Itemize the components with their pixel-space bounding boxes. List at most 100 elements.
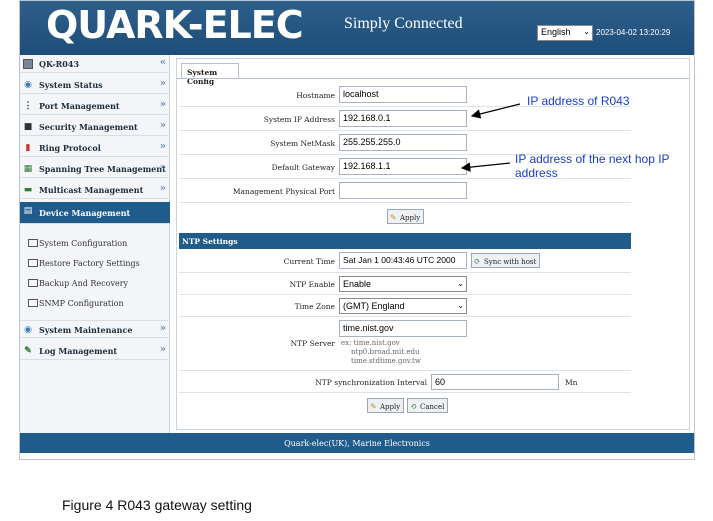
device-management-icon: ▤ <box>23 206 33 216</box>
netmask-input[interactable]: 255.255.255.0 <box>339 134 467 151</box>
sidebar-item-label: System Maintenance <box>39 325 133 335</box>
timezone-label: Time Zone <box>294 302 335 311</box>
cancel-icon: ⟲ <box>410 402 417 411</box>
sidebar-subitem-system-configuration[interactable]: System Configuration <box>28 239 127 248</box>
sidebar-subitem-restore-factory[interactable]: Restore Factory Settings <box>28 259 140 268</box>
chevron-down-icon[interactable]: » <box>160 344 166 355</box>
port-icon: ⋮ <box>23 101 33 111</box>
sidebar-item-device-management[interactable]: ▤ Device Management <box>20 202 170 224</box>
gateway-annotation-line: IP address of the next hop IP <box>515 152 670 166</box>
chevron-collapse-icon[interactable]: « <box>160 57 166 68</box>
chevron-down-icon[interactable]: » <box>160 162 166 173</box>
gateway-annotation: IP address of the next hop IP address <box>515 152 670 180</box>
sidebar-item-label: Port Management <box>39 101 120 111</box>
ntp-server-row: NTP Server time.nist.gov ex: time.nist.g… <box>179 317 631 371</box>
ntp-server-hint: ex: time.nist.gov ntp0.broad.mit.edu tim… <box>341 339 421 366</box>
apply-button[interactable]: ✎ Apply <box>387 209 425 224</box>
hostname-label: Hostname <box>296 91 335 100</box>
interval-input[interactable]: 60 <box>431 374 559 390</box>
chevron-down-icon[interactable]: » <box>160 323 166 334</box>
header-bar: QUARK-ELEC Simply Connected English ⌄ 20… <box>20 1 694 55</box>
app-frame: QUARK-ELEC Simply Connected English ⌄ 20… <box>19 0 695 460</box>
sidebar-subitem-backup-recovery[interactable]: Backup And Recovery <box>28 279 128 288</box>
sync-icon: ⟳ <box>474 257 481 266</box>
sidebar-item-multicast[interactable]: ▬ Multicast Management » <box>20 181 170 199</box>
gateway-annotation-line: address <box>515 166 558 180</box>
mgmt-port-input[interactable] <box>339 182 467 199</box>
pencil-icon: ✎ <box>370 402 377 411</box>
hint-line: time.stdtime.gov.tw <box>351 357 421 365</box>
ntp-apply-button[interactable]: ✎ Apply <box>367 398 405 413</box>
globe-icon: ◉ <box>24 80 32 90</box>
sidebar-item-spanning-tree[interactable]: ▦ Spanning Tree Management » <box>20 160 170 178</box>
gateway-label: Default Gateway <box>271 163 335 172</box>
cancel-label: Cancel <box>420 403 445 411</box>
maintenance-icon: ◉ <box>24 325 32 335</box>
main-content: System Config Hostname localhost System … <box>176 58 690 430</box>
ntp-section-title: NTP Settings <box>179 233 631 249</box>
chevron-down-icon[interactable]: » <box>160 141 166 152</box>
language-select[interactable]: English ⌄ <box>537 25 593 41</box>
gateway-input[interactable]: 192.168.1.1 <box>339 158 467 175</box>
interval-row: NTP synchronization Interval 60 Mn <box>179 371 631 393</box>
hostname-input[interactable]: localhost <box>339 86 467 103</box>
current-time-label: Current Time <box>283 257 335 266</box>
chevron-down-icon[interactable]: » <box>160 183 166 194</box>
sidebar-item-label: Log Management <box>39 346 118 356</box>
subitem-label: Restore Factory Settings <box>39 259 140 268</box>
sidebar-item-label: QK-R043 <box>39 59 80 69</box>
ntp-server-input[interactable]: time.nist.gov <box>339 320 467 337</box>
chevron-down-icon[interactable]: » <box>160 99 166 110</box>
sidebar-item-device[interactable]: QK-R043 « <box>20 55 170 73</box>
backup-icon <box>28 279 38 287</box>
config-icon <box>28 239 38 247</box>
tab-system-config[interactable]: System Config <box>181 63 239 86</box>
snmp-icon <box>28 299 38 307</box>
apply-label: Apply <box>400 214 421 222</box>
timezone-select[interactable]: (GMT) England ⌄ <box>339 298 467 314</box>
hint-line: ntp0.broad.mit.edu <box>351 348 420 356</box>
mgmt-port-label: Management Physical Port <box>232 187 335 196</box>
lock-icon: ■ <box>23 122 33 132</box>
sidebar-item-ring-protocol[interactable]: ▮ Ring Protocol » <box>20 139 170 157</box>
multicast-icon: ▬ <box>23 185 33 195</box>
ntp-enable-label: NTP Enable <box>289 280 335 289</box>
ntp-cancel-button[interactable]: ⟲ Cancel <box>407 398 449 413</box>
timezone-value: (GMT) England <box>343 301 405 311</box>
sidebar-item-port-management[interactable]: ⋮ Port Management » <box>20 97 170 115</box>
sidebar-item-log-management[interactable]: ✎ Log Management » <box>20 342 170 360</box>
header-datetime: 2023-04-02 13:20:29 <box>596 28 671 37</box>
chevron-down-icon[interactable]: » <box>160 120 166 131</box>
brand-tagline: Simply Connected <box>344 15 463 32</box>
sidebar-item-label: Ring Protocol <box>39 143 101 153</box>
sidebar-item-security-management[interactable]: ■ Security Management » <box>20 118 170 136</box>
sidebar-item-label: Spanning Tree Management <box>39 164 166 174</box>
log-icon: ✎ <box>24 346 32 356</box>
footer-bar: Quark-elec(UK), Marine Electronics <box>20 433 694 453</box>
tree-icon: ▦ <box>23 164 33 174</box>
sidebar-subitem-snmp[interactable]: SNMP Configuration <box>28 299 124 308</box>
sidebar-item-label: Security Management <box>39 122 138 132</box>
ip-row: System IP Address 192.168.0.1 <box>179 107 631 131</box>
ip-address-input[interactable]: 192.168.0.1 <box>339 110 467 127</box>
chevron-down-icon[interactable]: » <box>160 78 166 89</box>
device-icon <box>23 59 33 69</box>
ntp-enable-row: NTP Enable Enable ⌄ <box>179 273 631 295</box>
subitem-label: System Configuration <box>39 239 128 248</box>
sidebar-item-system-status[interactable]: ◉ System Status » <box>20 76 170 94</box>
ntp-server-label: NTP Server <box>290 339 335 348</box>
ntp-buttons-row: ✎ Apply ⟲ Cancel <box>179 393 631 417</box>
ntp-enable-select[interactable]: Enable ⌄ <box>339 276 467 292</box>
ip-label: System IP Address <box>263 115 335 124</box>
chevron-down-icon: ⌄ <box>457 279 464 288</box>
sidebar-item-label: System Status <box>39 80 103 90</box>
ntp-enable-value: Enable <box>343 279 372 289</box>
tab-underline <box>177 78 689 79</box>
sidebar-item-system-maintenance[interactable]: ◉ System Maintenance » <box>20 320 170 338</box>
netmask-label: System NetMask <box>270 139 335 148</box>
apply-label: Apply <box>380 403 401 411</box>
figure-caption: Figure 4 R043 gateway setting <box>62 497 252 513</box>
sync-with-host-button[interactable]: ⟳ Sync with host <box>471 253 541 268</box>
interval-unit: Mn <box>565 378 578 387</box>
current-time-value: Sat Jan 1 00:43:46 UTC 2000 <box>339 252 467 269</box>
